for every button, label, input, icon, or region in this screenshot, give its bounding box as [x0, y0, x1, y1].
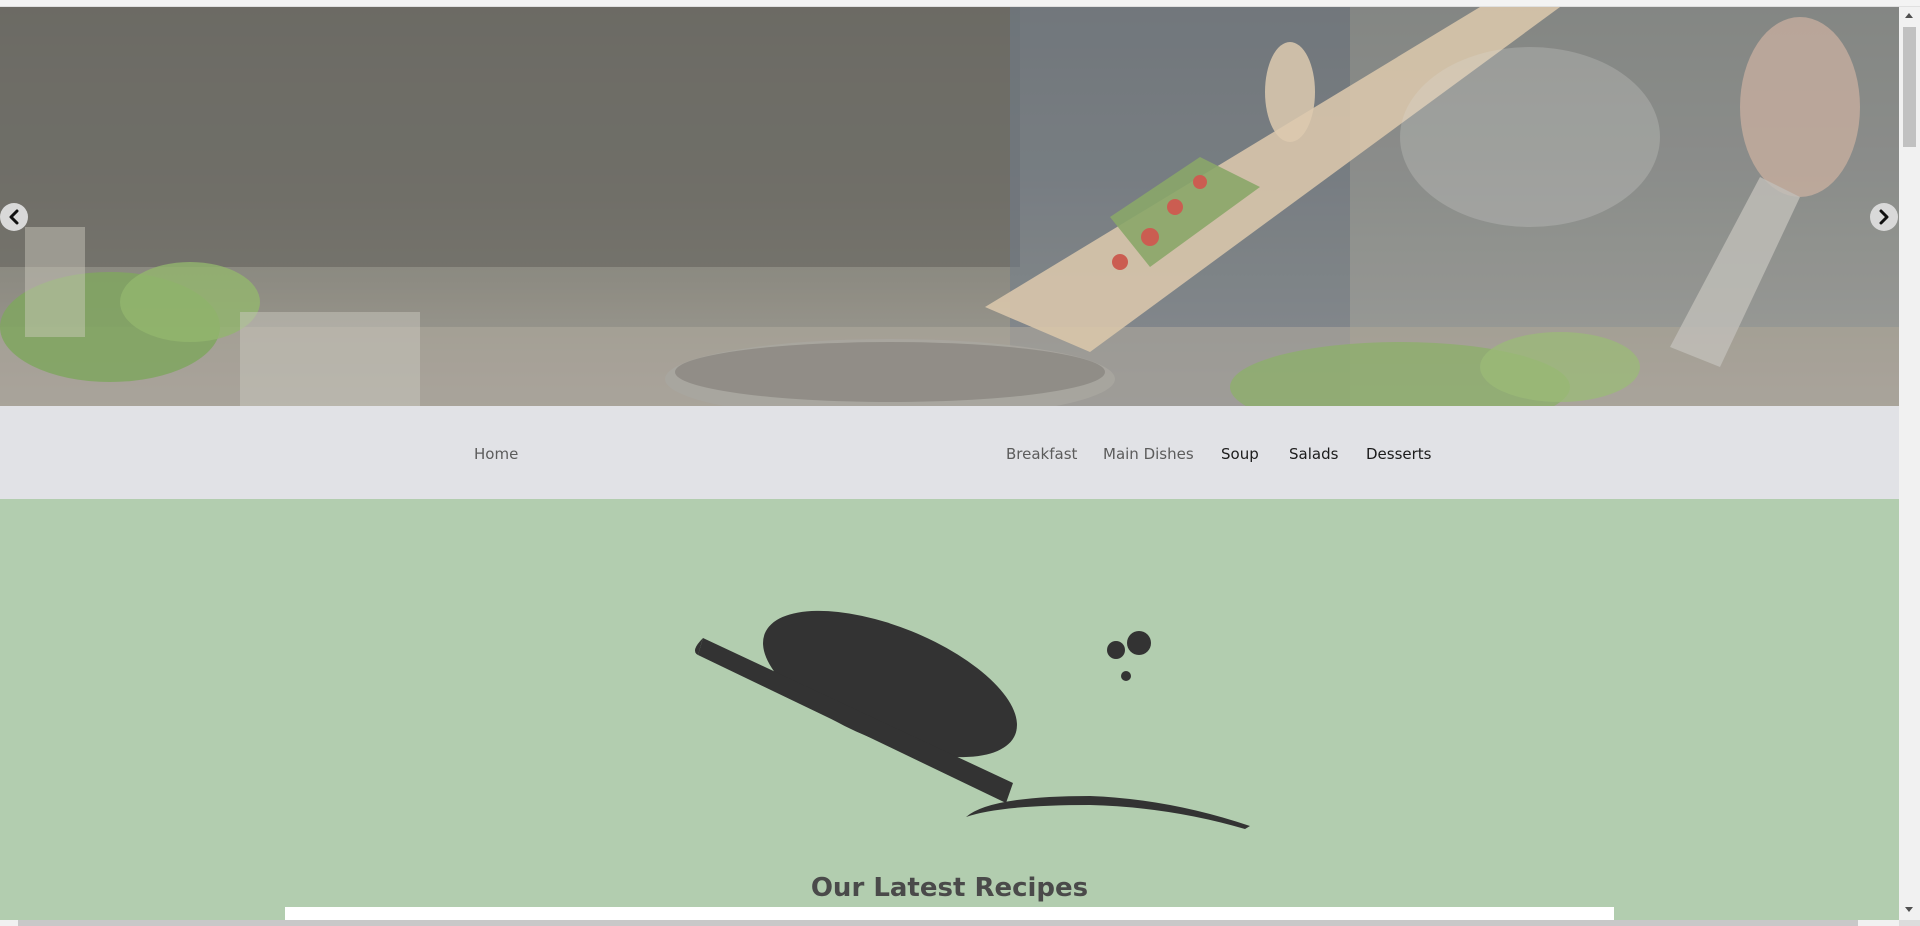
vertical-scrollbar-thumb[interactable] [1903, 27, 1916, 147]
nav-desserts-link[interactable]: Desserts [1366, 445, 1432, 463]
scrollbar-corner [1899, 920, 1920, 926]
nav-home-link[interactable]: Home [474, 445, 518, 463]
chevron-right-icon [1879, 209, 1889, 225]
hero-carousel [0, 7, 1899, 406]
carousel-next-button[interactable] [1870, 203, 1898, 231]
horizontal-scrollbar[interactable] [0, 920, 1899, 926]
scroll-up-arrow-icon[interactable] [1905, 13, 1913, 18]
scroll-down-arrow-icon[interactable] [1905, 907, 1913, 912]
nav-main-dishes-link[interactable]: Main Dishes [1103, 445, 1194, 463]
latest-recipes-section: Our Latest Recipes [0, 499, 1899, 921]
vertical-scrollbar[interactable] [1899, 7, 1920, 920]
browser-top-strip [0, 0, 1920, 7]
nav-salads-link[interactable]: Salads [1289, 445, 1338, 463]
recipes-card [285, 907, 1614, 921]
chevron-left-icon [9, 209, 19, 225]
carousel-prev-button[interactable] [0, 203, 28, 231]
nav-breakfast-link[interactable]: Breakfast [1006, 445, 1077, 463]
main-navbar: Home Breakfast Main Dishes Soup Salads D… [0, 406, 1899, 499]
nav-soup-link[interactable]: Soup [1221, 445, 1259, 463]
pan-logo-icon [694, 610, 1250, 829]
horizontal-scrollbar-thumb[interactable] [18, 920, 1858, 926]
hero-image [0, 7, 1899, 406]
latest-recipes-title: Our Latest Recipes [810, 873, 1089, 903]
